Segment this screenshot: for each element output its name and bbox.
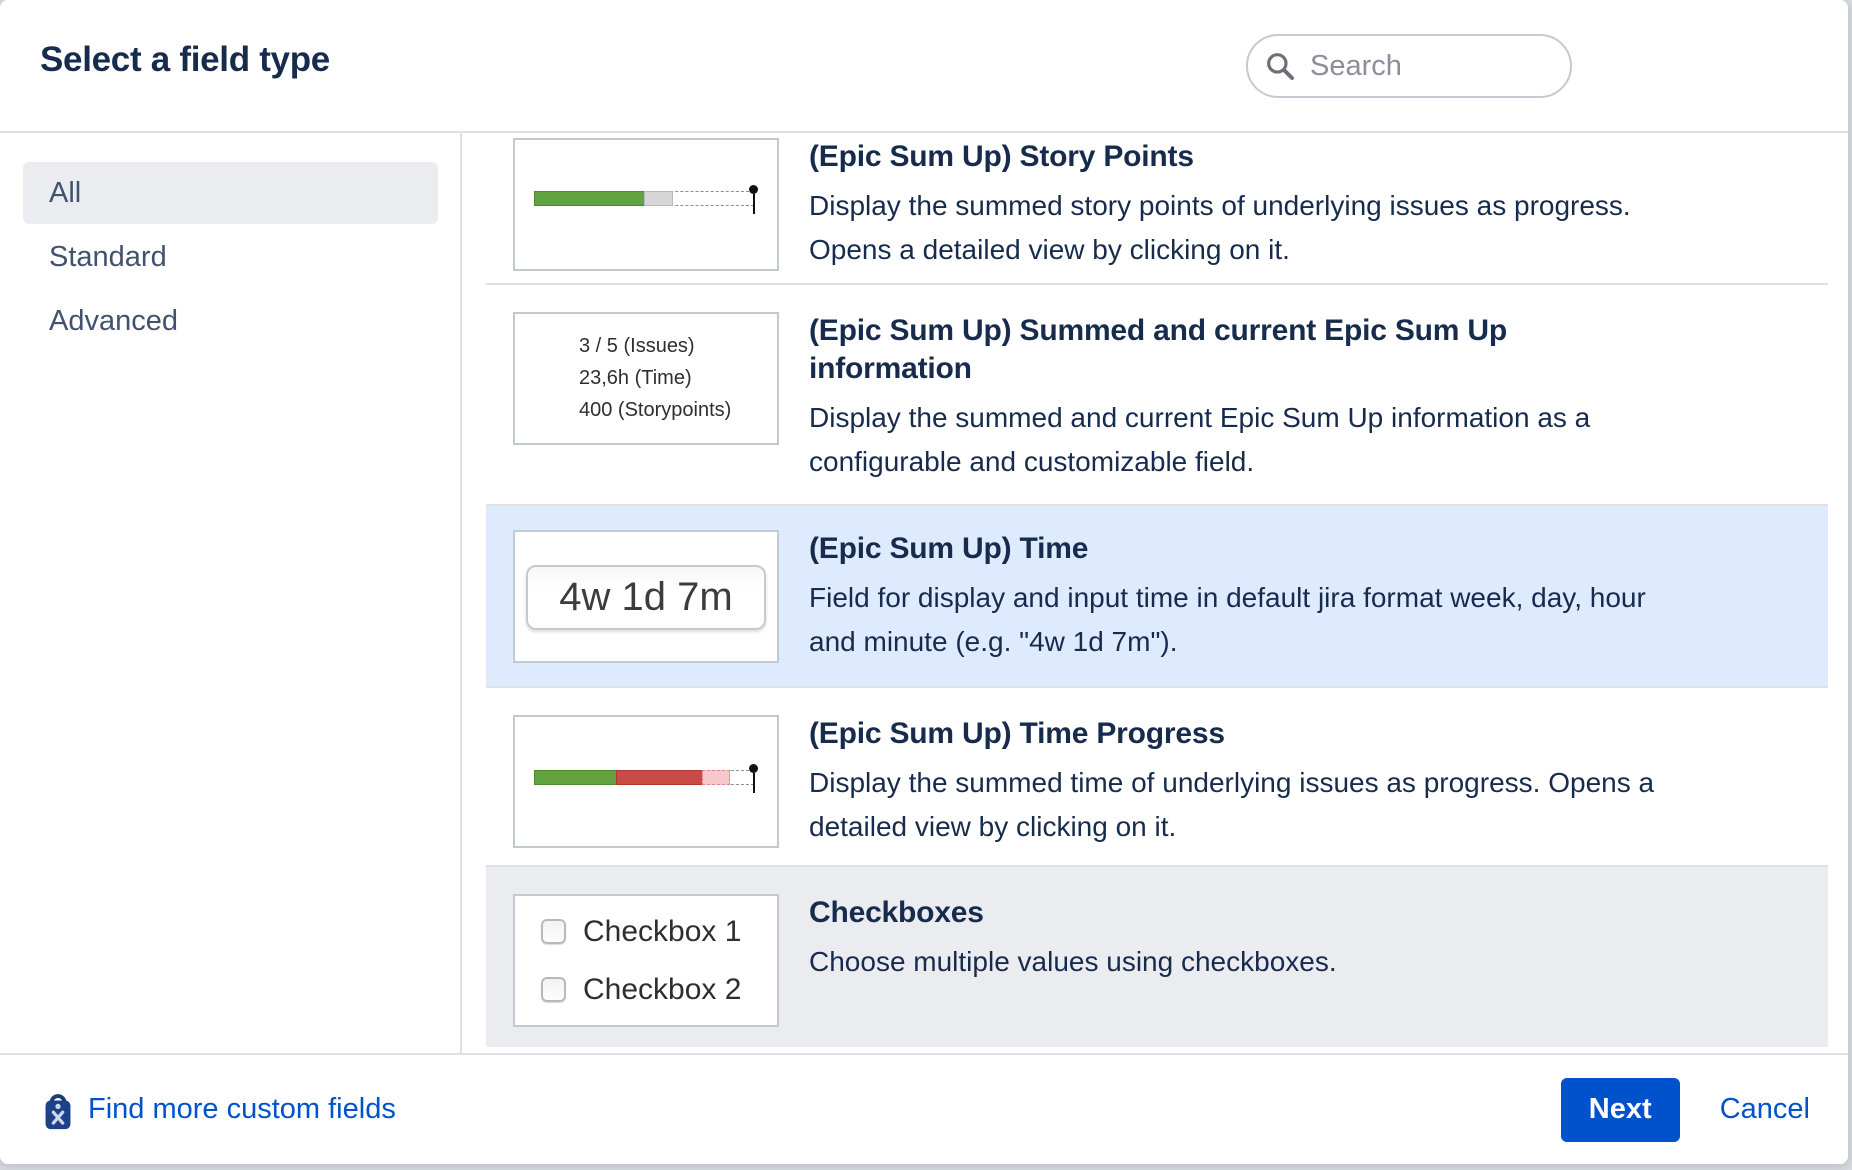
field-type-row-time[interactable]: 4w 1d 7m (Epic Sum Up) Time Field for di… <box>486 504 1828 686</box>
pin-marker <box>749 764 758 793</box>
cancel-link[interactable]: Cancel <box>1720 1093 1810 1126</box>
time-input-preview: 4w 1d 7m <box>526 565 766 630</box>
checkbox-preview <box>541 919 566 944</box>
story-points-preview <box>513 138 779 271</box>
sidebar-item-standard[interactable]: Standard <box>23 226 438 288</box>
field-type-title: (Epic Sum Up) Summed and current Epic Su… <box>809 312 1804 388</box>
field-type-description: Display the summed story points of under… <box>809 184 1804 272</box>
field-type-row-time-progress[interactable]: (Epic Sum Up) Time Progress Display the … <box>486 686 1828 865</box>
field-type-description: Display the summed time of underlying is… <box>809 761 1804 849</box>
pin-marker <box>749 185 758 214</box>
field-type-description: Display the summed and current Epic Sum … <box>809 396 1804 484</box>
sidebar-item-all[interactable]: All <box>23 162 438 224</box>
progress-bar-preview <box>534 770 754 785</box>
marketplace-bag-icon <box>40 1088 76 1132</box>
find-more-label: Find more custom fields <box>88 1093 396 1126</box>
category-sidebar: All Standard Advanced <box>0 133 462 1053</box>
field-type-title: (Epic Sum Up) Story Points <box>809 138 1804 176</box>
checkbox-preview-label: Checkbox 2 <box>583 973 741 1007</box>
checkbox-preview-label: Checkbox 1 <box>583 915 741 949</box>
dialog-footer: Find more custom fields Next Cancel <box>0 1053 1848 1164</box>
progress-bar-preview <box>534 191 754 206</box>
preview-line: 3 / 5 (Issues) <box>579 336 777 357</box>
search-field-wrap <box>1246 34 1572 98</box>
field-type-title: (Epic Sum Up) Time <box>809 530 1804 568</box>
next-button[interactable]: Next <box>1561 1078 1680 1142</box>
sidebar-item-label: Standard <box>49 241 167 274</box>
sidebar-item-advanced[interactable]: Advanced <box>23 290 438 352</box>
dialog-header: Select a field type <box>0 0 1848 133</box>
find-more-custom-fields-link[interactable]: Find more custom fields <box>40 1088 396 1132</box>
field-type-row-summed-info[interactable]: 3 / 5 (Issues) 23,6h (Time) 400 (Storypo… <box>486 283 1828 504</box>
sidebar-item-label: Advanced <box>49 305 178 338</box>
checkboxes-preview: Checkbox 1 Checkbox 2 <box>513 894 779 1027</box>
field-type-title: Checkboxes <box>809 894 1804 932</box>
field-type-title: (Epic Sum Up) Time Progress <box>809 715 1804 753</box>
field-type-description: Choose multiple values using checkboxes. <box>809 940 1804 984</box>
field-type-description: Field for display and input time in defa… <box>809 576 1804 664</box>
search-input[interactable] <box>1246 34 1572 98</box>
preview-line: 400 (Storypoints) <box>579 400 777 421</box>
field-type-row-checkboxes[interactable]: Checkbox 1 Checkbox 2 Checkboxes Choose … <box>486 865 1828 1047</box>
summed-info-preview: 3 / 5 (Issues) 23,6h (Time) 400 (Storypo… <box>513 312 779 445</box>
page-title: Select a field type <box>40 40 330 80</box>
preview-line: 23,6h (Time) <box>579 368 777 389</box>
select-field-type-dialog: Select a field type All Standard Advance… <box>0 0 1848 1164</box>
sidebar-item-label: All <box>49 177 81 210</box>
field-type-list: (Epic Sum Up) Story Points Display the s… <box>464 133 1848 1053</box>
checkbox-preview <box>541 977 566 1002</box>
time-progress-preview <box>513 715 779 848</box>
time-preview: 4w 1d 7m <box>513 530 779 663</box>
field-type-row-story-points[interactable]: (Epic Sum Up) Story Points Display the s… <box>486 133 1828 283</box>
